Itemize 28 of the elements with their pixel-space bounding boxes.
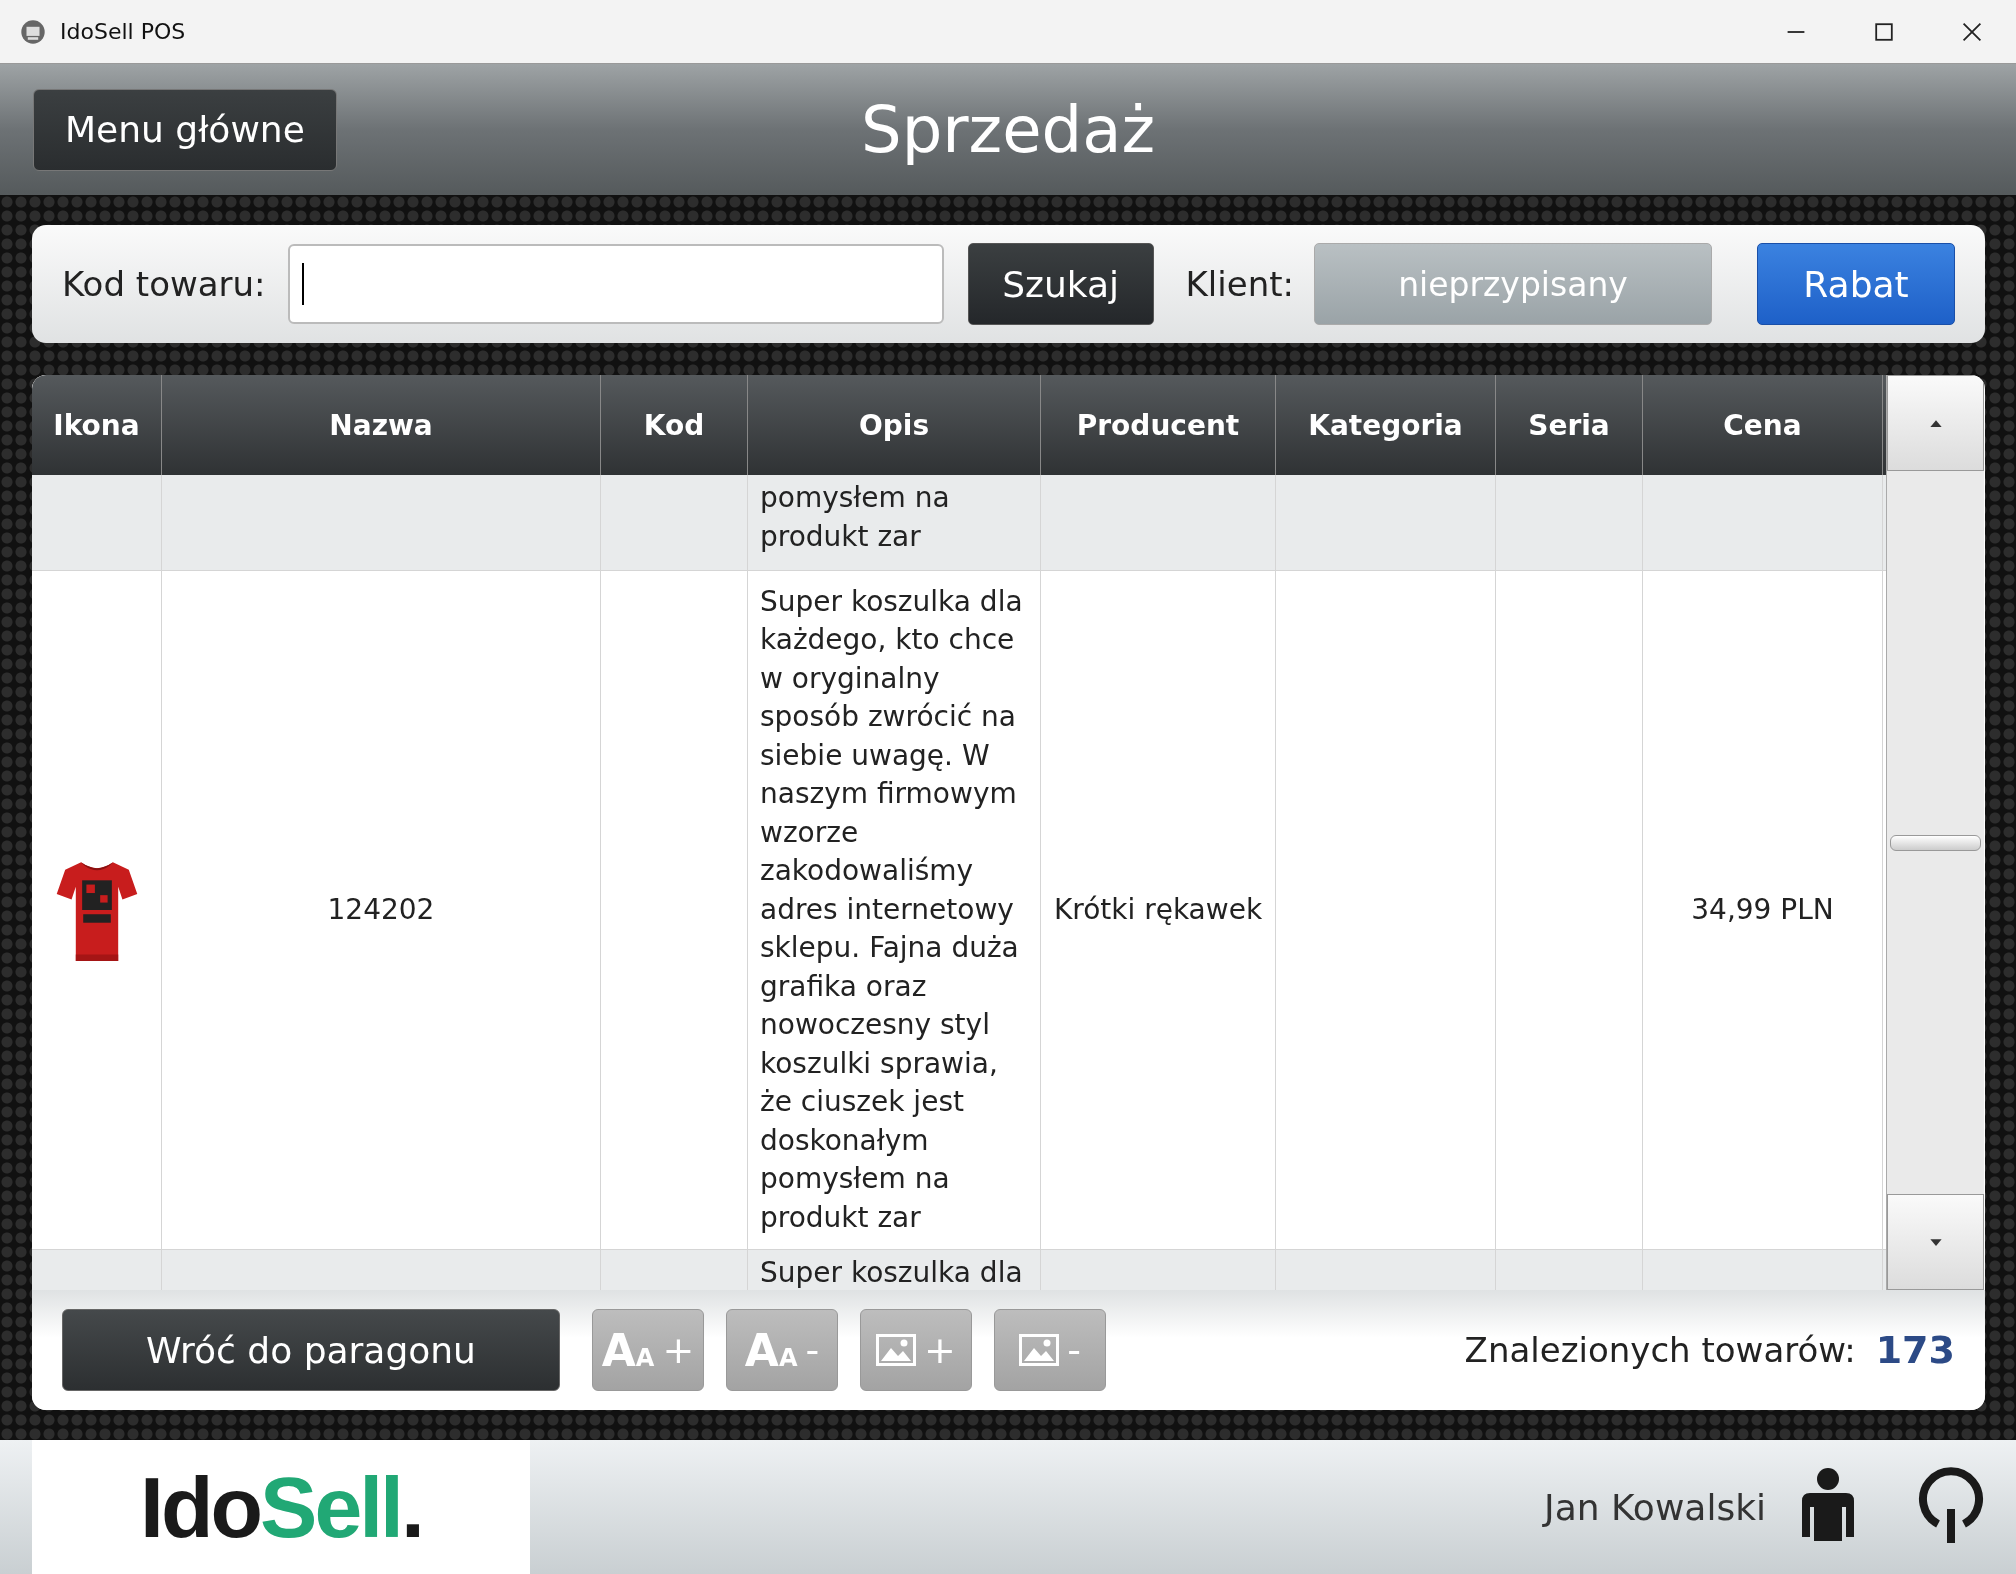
page-title: Sprzedaż xyxy=(861,92,1155,167)
window-title: IdoSell POS xyxy=(60,19,186,44)
name-cell-text: 124202 xyxy=(327,891,435,928)
down-arrow-icon xyxy=(1928,1237,1943,1247)
scrollbar[interactable] xyxy=(1886,375,1984,1290)
discount-button[interactable]: Rabat xyxy=(1757,243,1955,325)
description-cell-text: Super koszulka dla xyxy=(760,1254,1023,1290)
product-code-label: Kod towaru: xyxy=(62,264,266,304)
producer-cell-text: Krótki rękawek xyxy=(1053,891,1263,928)
search-button[interactable]: Szukaj xyxy=(967,243,1154,325)
user-name: Jan Kowalski xyxy=(1544,1486,1766,1528)
app-icon xyxy=(20,18,46,45)
found-count: 173 xyxy=(1875,1328,1955,1372)
image-icon xyxy=(876,1334,917,1366)
product-code-field[interactable] xyxy=(287,244,944,324)
main-menu-button[interactable]: Menu główne xyxy=(33,88,337,171)
found-count-label: Znalezionych towarów: xyxy=(1464,1330,1856,1370)
image-icon xyxy=(1019,1334,1060,1366)
description-cell-text: pomysłem na produkt zar xyxy=(760,480,951,555)
logo: IdoSell. xyxy=(140,1457,422,1557)
client-label: Klient: xyxy=(1185,264,1294,304)
price-cell-text: 34,99 PLN xyxy=(1691,891,1834,928)
up-arrow-icon xyxy=(1928,418,1943,428)
scroll-down-button[interactable] xyxy=(1887,1194,1984,1290)
description-cell-text: Super koszulka dla każdego, kto chce w oryginalny sposób zwrócić na siebie uwagę. W naszym firmowym wzorze zakodowaliśmy adres internetowy sklepu. Fajna duża grafika oraz nowoczesny styl koszulki sprawia, że ciuszek jest doskonałym pomysłem na produkt zar xyxy=(760,583,1024,1236)
scroll-thumb[interactable] xyxy=(1890,834,1981,851)
back-to-receipt-button[interactable]: Wróć do paragonu xyxy=(62,1309,560,1391)
scroll-up-button[interactable] xyxy=(1887,375,1984,471)
